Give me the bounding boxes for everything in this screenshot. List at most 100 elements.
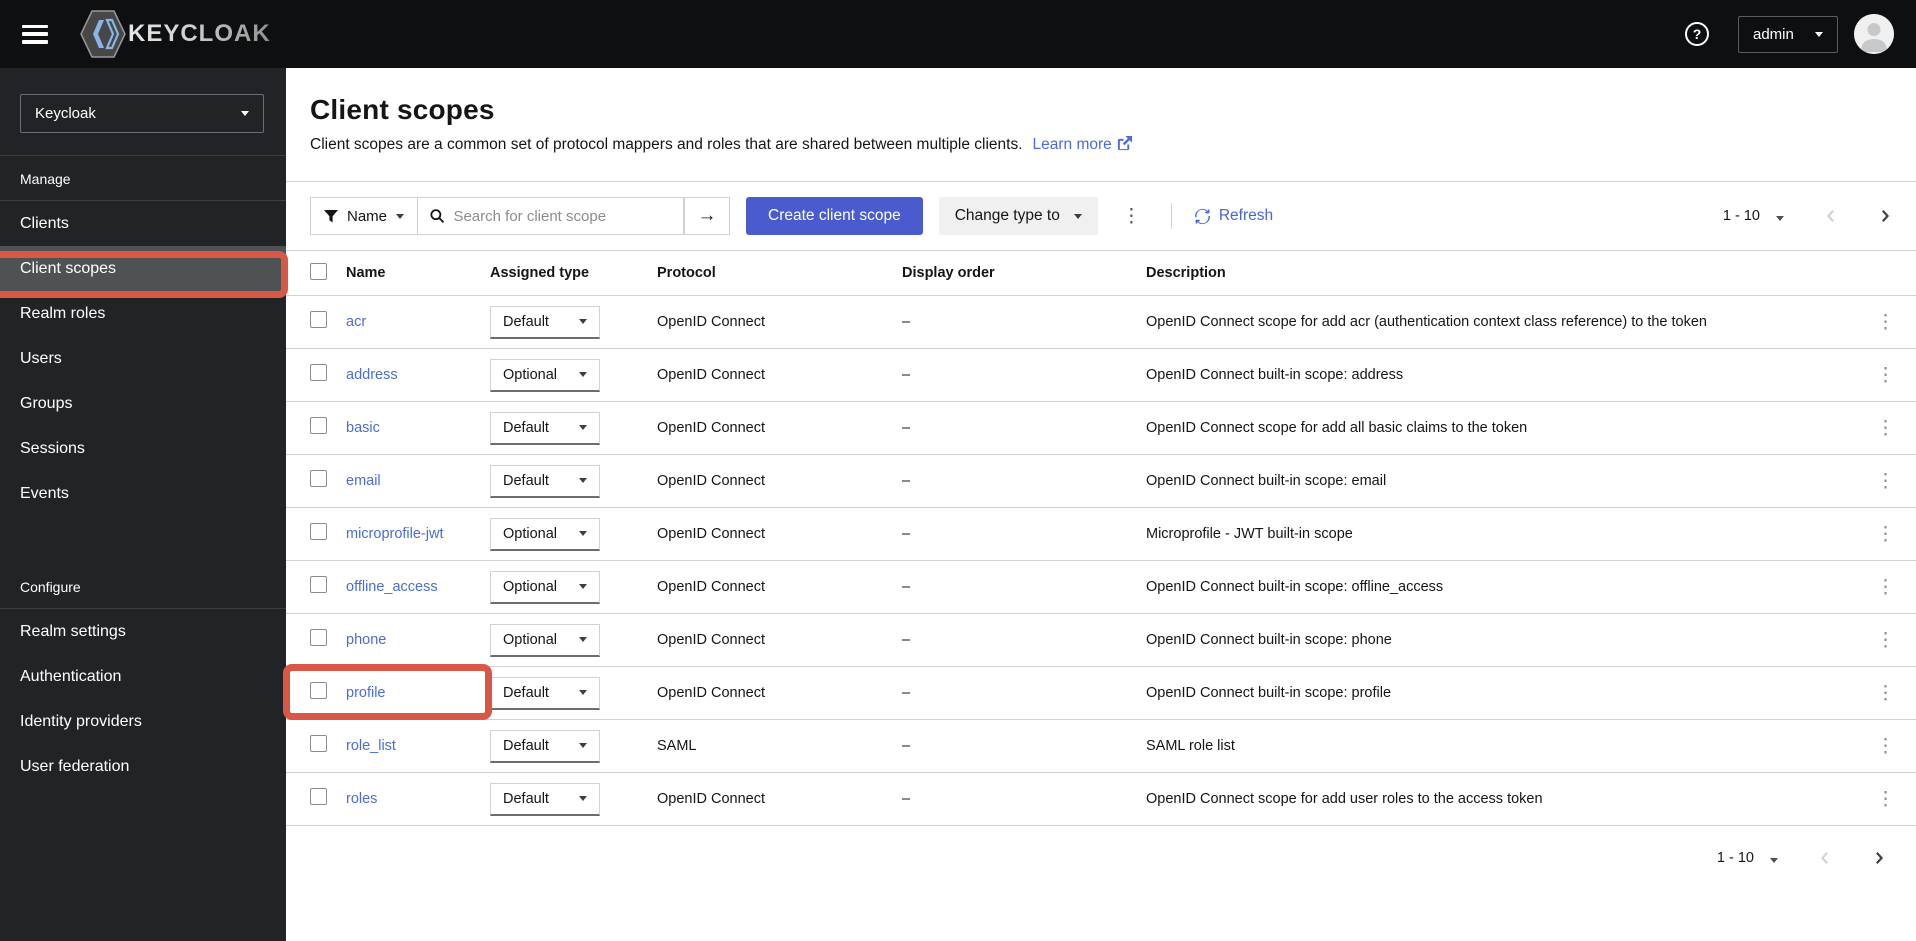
row-kebab-menu[interactable]: ⋮	[1868, 362, 1903, 389]
row-checkbox[interactable]	[310, 788, 327, 805]
assigned-type-select[interactable]: Default	[490, 782, 600, 816]
assigned-type-select[interactable]: Default	[490, 411, 600, 445]
row-kebab-menu[interactable]: ⋮	[1868, 627, 1903, 654]
pagination-dropdown[interactable]	[1770, 851, 1778, 866]
refresh-button[interactable]: Refresh	[1194, 207, 1273, 225]
scope-name-link[interactable]: profile	[346, 685, 490, 701]
assigned-type-select[interactable]: Default	[490, 305, 600, 339]
table-row: offline_access Optional OpenID Connect –…	[286, 561, 1916, 614]
row-checkbox[interactable]	[310, 364, 327, 381]
scope-name-link[interactable]: address	[346, 367, 490, 383]
column-header-protocol: Protocol	[657, 265, 716, 281]
table-row: acr Default OpenID Connect – OpenID Conn…	[286, 296, 1916, 349]
row-kebab-menu[interactable]: ⋮	[1868, 733, 1903, 760]
assigned-type-select[interactable]: Default	[490, 729, 600, 763]
change-type-dropdown[interactable]: Change type to	[938, 197, 1098, 235]
sidebar-item-events[interactable]: Events	[0, 471, 286, 516]
nav-list-configure: Realm settings Authentication Identity pro…	[0, 609, 286, 789]
sidebar-item-user-federation[interactable]: User federation	[0, 744, 286, 789]
protocol-cell: OpenID Connect	[657, 526, 766, 542]
scope-name-link[interactable]: role_list	[346, 738, 490, 754]
row-kebab-menu[interactable]: ⋮	[1868, 786, 1903, 813]
assigned-type-select[interactable]: Optional	[490, 570, 600, 604]
scope-name-link[interactable]: roles	[346, 791, 490, 807]
row-checkbox[interactable]	[310, 576, 327, 593]
realm-selector-value: Keycloak	[35, 105, 96, 122]
protocol-cell: SAML	[657, 738, 697, 754]
scope-name-link[interactable]: acr	[346, 314, 490, 330]
row-checkbox[interactable]	[310, 311, 327, 328]
create-client-scope-button[interactable]: Create client scope	[746, 197, 923, 235]
row-checkbox[interactable]	[310, 682, 327, 699]
learn-more-link[interactable]: Learn more	[1033, 136, 1112, 153]
sidebar: Keycloak Manage Clients Client scopes Real…	[0, 68, 286, 941]
scope-name-link[interactable]: phone	[346, 632, 490, 648]
pagination-prev-button[interactable]	[1824, 209, 1838, 223]
search-input[interactable]	[453, 207, 672, 225]
sidebar-item-authentication[interactable]: Authentication	[0, 654, 286, 699]
row-kebab-menu[interactable]: ⋮	[1868, 468, 1903, 495]
row-kebab-menu[interactable]: ⋮	[1868, 309, 1903, 336]
row-checkbox[interactable]	[310, 629, 327, 646]
user-menu-dropdown[interactable]: admin	[1738, 15, 1838, 53]
sidebar-item-users[interactable]: Users	[0, 336, 286, 381]
realm-selector-dropdown[interactable]: Keycloak	[20, 94, 264, 133]
protocol-cell: OpenID Connect	[657, 579, 766, 595]
scope-name-link[interactable]: email	[346, 473, 490, 489]
person-icon	[1854, 14, 1894, 54]
nav-list-manage: Clients Client scopes Realm roles Users Grou…	[0, 201, 286, 516]
search-box	[418, 197, 685, 235]
masthead: KEYCLOAK ? admin	[0, 0, 1916, 68]
filter-type-dropdown[interactable]: Name	[310, 197, 419, 235]
avatar[interactable]	[1854, 14, 1894, 54]
assigned-type-select[interactable]: Default	[490, 676, 600, 710]
display-order-cell: –	[902, 685, 911, 701]
sidebar-item-clients[interactable]: Clients	[0, 201, 286, 246]
pagination-next-button[interactable]	[1872, 851, 1886, 865]
brand-text: KEYCLOAK	[128, 20, 271, 47]
toolbar-kebab-menu[interactable]: ⋮	[1114, 203, 1149, 230]
sidebar-item-sessions[interactable]: Sessions	[0, 426, 286, 471]
assigned-type-select[interactable]: Optional	[490, 517, 600, 551]
column-header-name: Name	[346, 265, 386, 281]
chevron-right-icon	[1882, 210, 1890, 222]
select-all-checkbox[interactable]	[310, 262, 327, 280]
row-kebab-menu[interactable]: ⋮	[1868, 680, 1903, 707]
chevron-down-icon	[579, 478, 587, 483]
description-cell: OpenID Connect built-in scope: address	[1146, 367, 1404, 383]
sidebar-item-realm-settings[interactable]: Realm settings	[0, 609, 286, 654]
sidebar-item-identity-providers[interactable]: Identity providers	[0, 699, 286, 744]
sidebar-item-client-scopes[interactable]: Client scopes	[0, 246, 286, 291]
chevron-down-icon	[579, 743, 587, 748]
row-checkbox[interactable]	[310, 523, 327, 540]
sidebar-item-groups[interactable]: Groups	[0, 381, 286, 426]
sidebar-item-realm-roles[interactable]: Realm roles	[0, 291, 286, 336]
scope-name-link[interactable]: offline_access	[346, 579, 490, 595]
assigned-type-value: Default	[503, 737, 549, 754]
row-kebab-menu[interactable]: ⋮	[1868, 415, 1903, 442]
assigned-type-select[interactable]: Optional	[490, 623, 600, 657]
search-submit-button[interactable]: →	[684, 197, 731, 235]
row-kebab-menu[interactable]: ⋮	[1868, 574, 1903, 601]
scope-name-link[interactable]: basic	[346, 420, 490, 436]
table-row: phone Optional OpenID Connect – OpenID C…	[286, 614, 1916, 667]
pagination-range: 1 - 10	[1722, 208, 1760, 224]
chevron-down-icon	[579, 584, 587, 589]
table-row: roles Default OpenID Connect – OpenID Co…	[286, 773, 1916, 826]
help-icon[interactable]: ?	[1684, 21, 1710, 47]
scope-name-link[interactable]: microprofile-jwt	[346, 526, 490, 542]
chevron-down-icon	[579, 372, 587, 377]
keycloak-admin-console: KEYCLOAK ? admin Keycloak Manage Clients…	[0, 0, 1916, 941]
page-header: Client scopes Client scopes are a common…	[286, 68, 1916, 181]
assigned-type-select[interactable]: Optional	[490, 358, 600, 392]
pagination-next-button[interactable]	[1878, 209, 1892, 223]
row-kebab-menu[interactable]: ⋮	[1868, 521, 1903, 548]
row-checkbox[interactable]	[310, 470, 327, 487]
row-checkbox[interactable]	[310, 417, 327, 434]
pagination-dropdown[interactable]	[1776, 209, 1784, 224]
pagination-prev-button[interactable]	[1818, 851, 1832, 865]
assigned-type-select[interactable]: Default	[490, 464, 600, 498]
row-checkbox[interactable]	[310, 735, 327, 752]
hamburger-menu-icon[interactable]	[22, 24, 48, 44]
display-order-cell: –	[902, 791, 911, 807]
